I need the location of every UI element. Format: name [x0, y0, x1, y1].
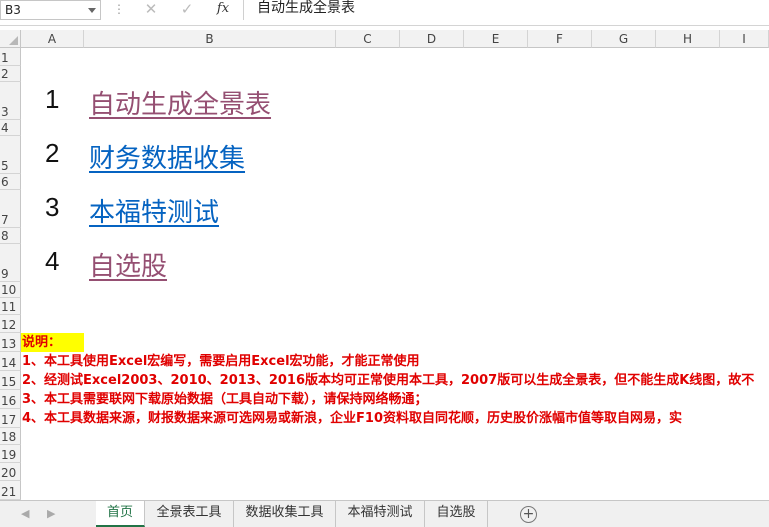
column-header-g[interactable]: G — [592, 30, 656, 48]
cancel-icon[interactable]: ✕ — [139, 0, 163, 20]
add-sheet-icon[interactable]: + — [520, 506, 537, 523]
note-line-4: 4、本工具数据来源，财报数据来源可选网易或新浪，企业F10资料取自同花顺，历史股… — [22, 411, 683, 426]
tab-home[interactable]: 首页 — [96, 501, 145, 527]
menu-number-4: 4 — [45, 246, 60, 276]
notes-title: 说明： — [21, 333, 84, 352]
column-header-h[interactable]: H — [656, 30, 720, 48]
row-header-2[interactable]: 2 — [0, 66, 21, 82]
formula-input[interactable]: 自动生成全景表 — [257, 0, 355, 16]
note-line-3: 3、本工具需要联网下载原始数据（工具自动下载），请保持网络畅通； — [22, 392, 428, 407]
row-header-11[interactable]: 11 — [0, 298, 21, 315]
sheet-tab-bar: ◀ ▶ 首页 全景表工具 数据收集工具 本福特测试 自选股 + — [0, 500, 769, 527]
column-header-i[interactable]: I — [720, 30, 769, 48]
row-header-3[interactable]: 3 — [0, 82, 21, 120]
row-header-5[interactable]: 5 — [0, 136, 21, 174]
row-header-10[interactable]: 10 — [0, 282, 21, 298]
column-header-d[interactable]: D — [400, 30, 464, 48]
column-header-c[interactable]: C — [336, 30, 400, 48]
link-financial-data-collection[interactable]: 财务数据收集 — [89, 138, 245, 175]
column-header-e[interactable]: E — [464, 30, 528, 48]
column-header-b[interactable]: B — [84, 30, 336, 48]
link-panorama-table[interactable]: 自动生成全景表 — [89, 84, 271, 121]
note-line-2: 2、经测试Excel2003、2010、2013、2016版本均可正常使用本工具… — [22, 373, 755, 388]
row-header-17[interactable]: 17 — [0, 409, 21, 428]
select-all-corner[interactable] — [0, 30, 21, 48]
row-header-8[interactable]: 8 — [0, 228, 21, 244]
menu-number-2: 2 — [45, 138, 60, 168]
chevron-down-icon[interactable] — [88, 8, 96, 13]
tab-data-collection-tool[interactable]: 数据收集工具 — [234, 501, 336, 527]
tab-panorama-tool[interactable]: 全景表工具 — [145, 501, 234, 527]
row-header-6[interactable]: 6 — [0, 174, 21, 190]
row-header-20[interactable]: 20 — [0, 463, 21, 481]
column-header-a[interactable]: A — [21, 30, 84, 48]
name-box[interactable]: B3 — [0, 0, 101, 20]
formula-bar: B3 ⋮ ✕ ✓ fx 自动生成全景表 — [0, 0, 769, 26]
row-header-16[interactable]: 16 — [0, 390, 21, 409]
formula-separator — [243, 0, 244, 20]
row-header-18[interactable]: 18 — [0, 428, 21, 445]
more-icon: ⋮ — [113, 2, 125, 16]
row-header-12[interactable]: 12 — [0, 315, 21, 333]
row-header-15[interactable]: 15 — [0, 371, 21, 390]
column-header-f[interactable]: F — [528, 30, 592, 48]
row-header-19[interactable]: 19 — [0, 445, 21, 463]
row-header-4[interactable]: 4 — [0, 120, 21, 136]
name-box-value: B3 — [5, 3, 21, 17]
row-header-7[interactable]: 7 — [0, 190, 21, 228]
row-header-14[interactable]: 14 — [0, 352, 21, 371]
insert-function-icon[interactable]: fx — [211, 0, 235, 20]
row-header-9[interactable]: 9 — [0, 244, 21, 282]
row-header-1[interactable]: 1 — [0, 48, 21, 66]
row-header-13[interactable]: 13 — [0, 333, 21, 352]
link-watchlist[interactable]: 自选股 — [89, 246, 167, 283]
link-benford-test[interactable]: 本福特测试 — [89, 192, 219, 229]
scroll-tabs-left-icon[interactable]: ◀ — [21, 507, 29, 520]
enter-icon[interactable]: ✓ — [175, 0, 199, 20]
menu-number-1: 1 — [45, 84, 60, 114]
menu-number-3: 3 — [45, 192, 60, 222]
note-line-1: 1、本工具使用Excel宏编写，需要启用Excel宏功能，才能正常使用 — [22, 354, 420, 369]
tab-benford-test[interactable]: 本福特测试 — [336, 501, 425, 527]
row-header-21[interactable]: 21 — [0, 481, 21, 500]
tab-watchlist[interactable]: 自选股 — [425, 501, 488, 527]
scroll-tabs-right-icon[interactable]: ▶ — [47, 507, 55, 520]
